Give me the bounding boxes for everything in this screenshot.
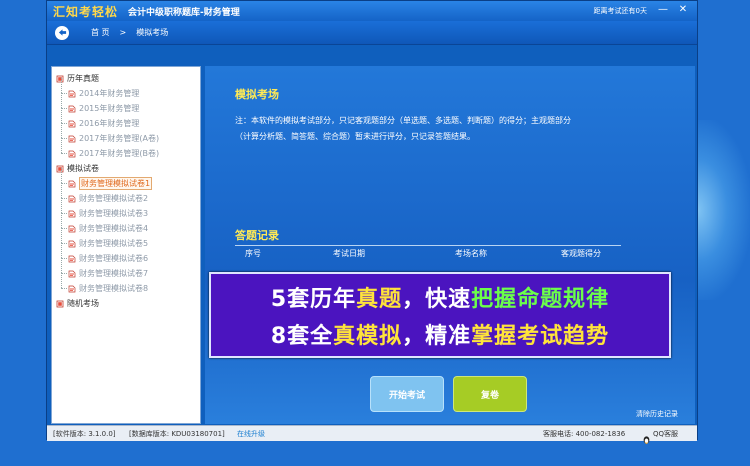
column-header: 客观题得分	[561, 249, 601, 258]
database-version: [数据库版本: KDU03180701]	[129, 429, 225, 438]
tree-group: 模拟试卷财务管理模拟试卷1 财务管理模拟试卷2 财务管理模拟试卷3 财务管理模拟试卷4…	[56, 161, 200, 296]
qq-service-link[interactable]: QQ客服	[653, 429, 678, 439]
tree-item[interactable]: 财务管理模拟试卷8	[56, 273, 200, 296]
tree-item-label: 2015年财务管理	[79, 104, 140, 113]
page-title: 模拟考场	[235, 88, 279, 101]
promo-segment: 5套	[270, 287, 311, 312]
breadcrumb: 首 页 > 模拟考场	[47, 21, 697, 45]
promo-segment: 把握命题规律	[471, 287, 610, 312]
app-title: 会计中级职称题库-财务管理	[128, 7, 240, 18]
promo-segment: 8套	[270, 324, 311, 349]
status-bar: [软件版本: 3.1.0.0] [数据库版本: KDU03180701] 在线升…	[47, 425, 697, 444]
promo-banner: 5套历年真题，快速把握命题规律 8套全真模拟，精准掌握考试趋势	[209, 272, 671, 358]
scoring-note-line: （计算分析题、简答题、综合题）暂未进行评分，只记录答题结果。	[235, 132, 475, 141]
breadcrumb-home[interactable]: 首 页	[91, 27, 110, 38]
promo-segment: 真题	[356, 287, 403, 312]
promo-segment: 掌握考试趋势	[471, 324, 610, 349]
tree-folder[interactable]: 随机考场	[56, 296, 200, 311]
records-title: 答题记录	[235, 229, 279, 242]
breadcrumb-separator: >	[119, 28, 127, 37]
tree-item[interactable]: 财务管理模拟试卷2	[56, 183, 200, 206]
service-phone: 客服电话: 400-082-1836	[543, 429, 626, 438]
tree-item-label: 2017年财务管理(A卷)	[79, 134, 160, 143]
exam-tree: 历年真题 2014年财务管理 2015年财务管理 2016年财务管理 2017年财务管理…	[51, 66, 201, 424]
breadcrumb-current: 模拟考场	[136, 28, 169, 37]
document-icon	[68, 105, 76, 113]
document-icon	[68, 195, 76, 203]
document-icon	[68, 255, 76, 263]
minimize-button[interactable]: —	[655, 3, 671, 17]
tree-item[interactable]: 财务管理模拟试卷4	[56, 213, 200, 236]
tree-group: 历年真题 2014年财务管理 2015年财务管理 2016年财务管理 2017年财务管理…	[56, 71, 200, 161]
records-table-header: 序号 考试日期 考场名称 客观题得分	[235, 245, 621, 261]
tree-item-label: 财务管理模拟试卷8	[79, 284, 149, 293]
document-icon	[68, 225, 76, 233]
scoring-note-line: 注：本软件的模拟考试部分，只记客观题部分（单选题、多选题、判断题）的得分；主观题…	[235, 116, 571, 125]
folder-icon	[56, 300, 64, 308]
promo-segment: 真模拟	[333, 324, 403, 349]
tree-folder[interactable]: 历年真题	[56, 71, 200, 86]
exam-countdown: 距离考试还有0天	[593, 7, 647, 15]
document-icon	[68, 285, 76, 293]
tree-folder[interactable]: 模拟试卷	[56, 161, 200, 176]
promo-segment: 历年	[310, 287, 357, 312]
main-panel: 模拟考场 注：本软件的模拟考试部分，只记客观题部分（单选题、多选题、判断题）的得…	[205, 66, 695, 424]
desktop-background	[698, 120, 750, 300]
document-icon	[68, 180, 76, 188]
promo-segment: ，精准	[402, 324, 472, 349]
start-exam-button[interactable]: 开始考试	[370, 376, 444, 412]
software-version: [软件版本: 3.1.0.0]	[53, 429, 116, 438]
tree-item-label: 财务管理模拟试卷4	[79, 224, 149, 233]
tree-item-label: 2014年财务管理	[79, 89, 140, 98]
document-icon	[68, 90, 76, 98]
tree-folder-label: 随机考场	[67, 299, 99, 308]
tree-item-label: 2016年财务管理	[79, 119, 140, 128]
promo-line: 8套全真模拟，精准掌握考试趋势	[211, 318, 669, 350]
clear-history-link[interactable]: 清除历史记录	[636, 409, 678, 419]
review-button[interactable]: 复卷	[453, 376, 527, 412]
promo-segment: 全	[310, 324, 334, 349]
tree-item-label: 财务管理模拟试卷6	[79, 254, 149, 263]
app-logo: 汇知考轻松	[53, 4, 119, 19]
online-upgrade-link[interactable]: 在线升级	[237, 429, 265, 439]
tree-item-label: 财务管理模拟试卷1	[79, 177, 153, 190]
tree-item[interactable]: 2015年财务管理	[56, 93, 200, 116]
column-header: 考场名称	[455, 249, 487, 258]
column-header: 序号	[245, 249, 261, 258]
document-icon	[68, 240, 76, 248]
tree-item[interactable]: 2016年财务管理	[56, 108, 200, 131]
document-icon	[68, 210, 76, 218]
document-icon	[68, 270, 76, 278]
tree-folder-label: 历年真题	[67, 74, 99, 83]
scoring-note: 注：本软件的模拟考试部分，只记客观题部分（单选题、多选题、判断题）的得分；主观题…	[235, 113, 635, 145]
tree-item-label: 财务管理模拟试卷7	[79, 269, 149, 278]
document-icon	[68, 150, 76, 158]
tree-item[interactable]: 财务管理模拟试卷1	[56, 168, 200, 191]
tree-item[interactable]: 2017年财务管理(A卷)	[56, 123, 200, 146]
tree-item-label: 财务管理模拟试卷3	[79, 209, 149, 218]
promo-segment: ，快速	[402, 287, 472, 312]
column-header: 考试日期	[333, 249, 365, 258]
tree-item[interactable]: 2014年财务管理	[56, 78, 200, 101]
tree-item[interactable]: 2017年财务管理(B卷)	[56, 138, 200, 161]
tree-item[interactable]: 财务管理模拟试卷3	[56, 198, 200, 221]
document-icon	[68, 120, 76, 128]
tree-item-label: 财务管理模拟试卷5	[79, 239, 149, 248]
tree-item[interactable]: 财务管理模拟试卷7	[56, 258, 200, 281]
tree-item-label: 2017年财务管理(B卷)	[79, 149, 160, 158]
back-arrow-icon[interactable]	[55, 25, 69, 40]
close-button[interactable]: ✕	[675, 3, 691, 17]
tree-item[interactable]: 财务管理模拟试卷6	[56, 243, 200, 266]
qq-penguin-icon	[642, 429, 651, 444]
promo-line: 5套历年真题，快速把握命题规律	[211, 281, 669, 313]
tree-group: 随机考场	[56, 296, 200, 311]
tree-item[interactable]: 财务管理模拟试卷5	[56, 228, 200, 251]
tree-folder-label: 模拟试卷	[67, 164, 99, 173]
app-window: 汇知考轻松 会计中级职称题库-财务管理 距离考试还有0天 — ✕ 首 页 > 模…	[46, 0, 698, 444]
document-icon	[68, 135, 76, 143]
tree-item-label: 财务管理模拟试卷2	[79, 194, 149, 203]
title-bar: 汇知考轻松 会计中级职称题库-财务管理 距离考试还有0天 — ✕	[47, 1, 697, 21]
